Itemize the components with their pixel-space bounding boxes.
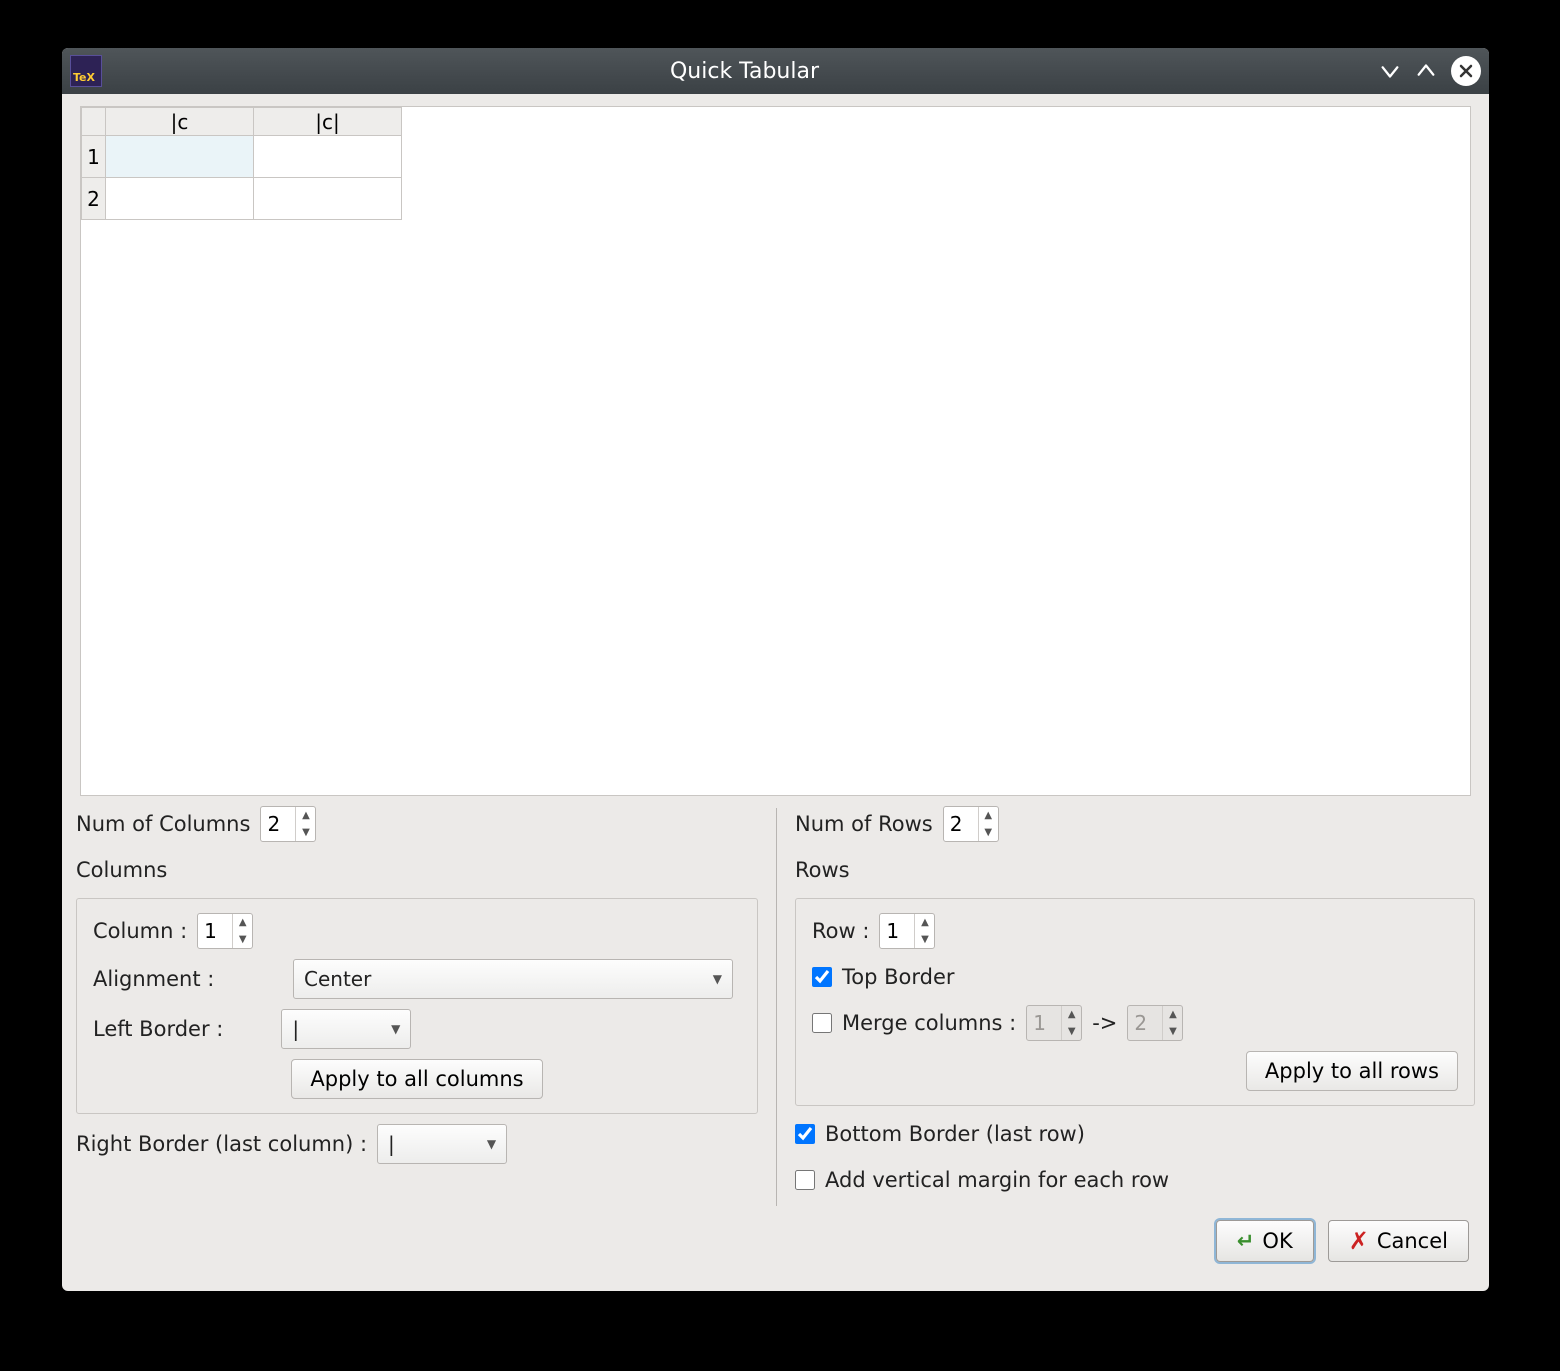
- columns-panel: Num of Columns ▲▼ Columns Column : ▲▼ Al…: [76, 806, 776, 1208]
- maximize-icon[interactable]: [1415, 60, 1437, 82]
- merge-columns-label: Merge columns :: [842, 1011, 1016, 1035]
- bottom-border-label: Bottom Border (last row): [825, 1122, 1085, 1146]
- alignment-select[interactable]: Center ▼: [293, 959, 733, 999]
- close-icon[interactable]: [1451, 56, 1481, 86]
- grid-cell[interactable]: [106, 136, 254, 178]
- grid-corner: [82, 108, 106, 136]
- apply-all-columns-button[interactable]: Apply to all columns: [291, 1059, 542, 1099]
- left-border-select[interactable]: | ▼: [281, 1009, 411, 1049]
- stepper-up-icon[interactable]: ▲: [979, 807, 998, 824]
- stepper-up-icon[interactable]: ▲: [233, 914, 252, 931]
- window-controls: [1379, 56, 1481, 86]
- row-index-label: Row :: [812, 919, 869, 943]
- top-border-checkbox[interactable]: Top Border: [812, 965, 955, 989]
- chevron-down-icon: ▼: [487, 1137, 496, 1151]
- alignment-label: Alignment :: [93, 967, 283, 991]
- stepper-up-icon: ▲: [1062, 1006, 1081, 1023]
- right-border-select[interactable]: | ▼: [377, 1124, 507, 1164]
- cancel-button[interactable]: ✗ Cancel: [1328, 1220, 1469, 1262]
- dialog-footer: ↵ OK ✗ Cancel: [62, 1214, 1489, 1278]
- bottom-border-checkbox[interactable]: Bottom Border (last row): [795, 1122, 1085, 1146]
- table-preview[interactable]: |c |c| 1 2: [80, 106, 1471, 796]
- stepper-down-icon: ▼: [1062, 1023, 1081, 1040]
- row-index-input[interactable]: [880, 914, 914, 948]
- num-rows-stepper[interactable]: ▲▼: [943, 806, 999, 842]
- col-header[interactable]: |c: [106, 108, 254, 136]
- ok-label: OK: [1262, 1229, 1292, 1253]
- num-rows-label: Num of Rows: [795, 812, 933, 836]
- merge-to-input: [1128, 1006, 1162, 1040]
- left-border-label: Left Border :: [93, 1017, 223, 1041]
- num-columns-stepper[interactable]: ▲▼: [260, 806, 316, 842]
- merge-arrow-label: ->: [1092, 1011, 1117, 1035]
- stepper-down-icon[interactable]: ▼: [979, 824, 998, 841]
- vmargin-label: Add vertical margin for each row: [825, 1168, 1169, 1192]
- rows-panel: Num of Rows ▲▼ Rows Row : ▲▼: [777, 806, 1475, 1208]
- columns-section-label: Columns: [76, 858, 167, 882]
- stepper-up-icon: ▲: [1163, 1006, 1182, 1023]
- top-border-input[interactable]: [812, 967, 832, 987]
- cancel-label: Cancel: [1377, 1229, 1448, 1253]
- stepper-up-icon[interactable]: ▲: [296, 807, 315, 824]
- num-columns-label: Num of Columns: [76, 812, 250, 836]
- apply-all-rows-button[interactable]: Apply to all rows: [1246, 1051, 1458, 1091]
- stepper-up-icon[interactable]: ▲: [915, 914, 934, 931]
- stepper-down-icon[interactable]: ▼: [915, 931, 934, 948]
- vmargin-input[interactable]: [795, 1170, 815, 1190]
- merge-from-input: [1027, 1006, 1061, 1040]
- stepper-down-icon: ▼: [1163, 1023, 1182, 1040]
- rows-group: Row : ▲▼ Top Border Merge columns: [795, 898, 1475, 1106]
- column-index-input[interactable]: [198, 914, 232, 948]
- left-border-value: |: [292, 1017, 299, 1041]
- merge-columns-input[interactable]: [812, 1013, 832, 1033]
- grid-cell[interactable]: [106, 178, 254, 220]
- dialog-window: TeX Quick Tabular |c |c| 1 2: [62, 48, 1489, 1291]
- right-border-value: |: [388, 1132, 395, 1156]
- preview-grid: |c |c| 1 2: [81, 107, 402, 220]
- merge-from-stepper: ▲▼: [1026, 1005, 1082, 1041]
- column-index-label: Column :: [93, 919, 187, 943]
- column-index-stepper[interactable]: ▲▼: [197, 913, 253, 949]
- col-header[interactable]: |c|: [254, 108, 402, 136]
- merge-to-stepper: ▲▼: [1127, 1005, 1183, 1041]
- minimize-icon[interactable]: [1379, 60, 1401, 82]
- stepper-down-icon[interactable]: ▼: [233, 931, 252, 948]
- rows-section-label: Rows: [795, 858, 850, 882]
- row-index-stepper[interactable]: ▲▼: [879, 913, 935, 949]
- chevron-down-icon: ▼: [713, 972, 722, 986]
- vmargin-checkbox[interactable]: Add vertical margin for each row: [795, 1168, 1169, 1192]
- chevron-down-icon: ▼: [391, 1022, 400, 1036]
- grid-cell[interactable]: [254, 136, 402, 178]
- window-title: Quick Tabular: [110, 59, 1379, 84]
- controls-panel: Num of Columns ▲▼ Columns Column : ▲▼ Al…: [62, 796, 1489, 1214]
- alignment-value: Center: [304, 967, 371, 991]
- grid-cell[interactable]: [254, 178, 402, 220]
- app-logo-icon: TeX: [70, 55, 102, 87]
- bottom-border-input[interactable]: [795, 1124, 815, 1144]
- num-rows-input[interactable]: [944, 807, 978, 841]
- ok-button[interactable]: ↵ OK: [1216, 1220, 1314, 1262]
- columns-group: Column : ▲▼ Alignment : Center ▼ Left Bo…: [76, 898, 758, 1114]
- right-border-label: Right Border (last column) :: [76, 1132, 367, 1156]
- row-header[interactable]: 1: [82, 136, 106, 178]
- cancel-icon: ✗: [1349, 1227, 1369, 1255]
- num-columns-input[interactable]: [261, 807, 295, 841]
- top-border-label: Top Border: [842, 965, 955, 989]
- ok-icon: ↵: [1237, 1229, 1255, 1253]
- titlebar: TeX Quick Tabular: [62, 48, 1489, 94]
- merge-columns-checkbox[interactable]: Merge columns :: [812, 1011, 1016, 1035]
- row-header[interactable]: 2: [82, 178, 106, 220]
- stepper-down-icon[interactable]: ▼: [296, 824, 315, 841]
